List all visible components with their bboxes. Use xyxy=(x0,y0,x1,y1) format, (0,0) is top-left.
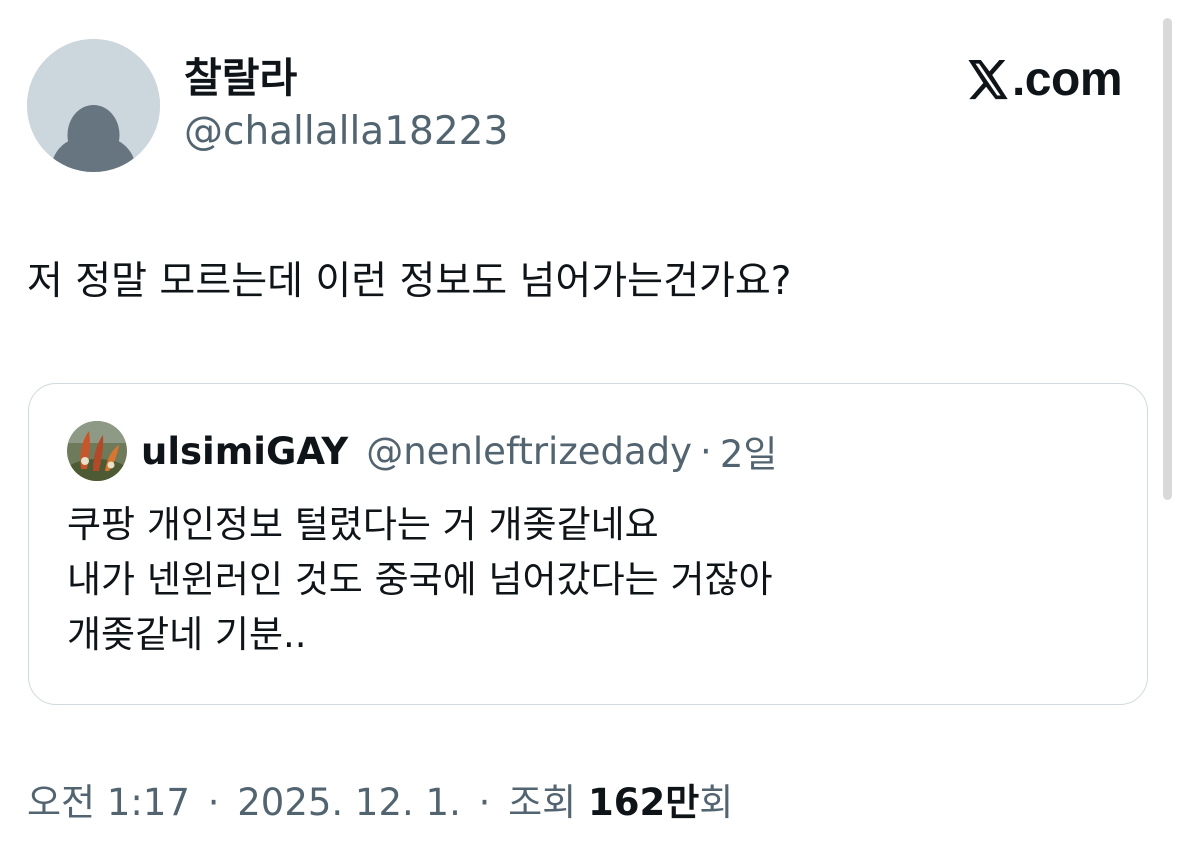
quoted-text-line: 내가 넨윈러인 것도 중국에 넘어갔다는 거잖아 xyxy=(67,558,773,601)
author-handle[interactable]: @challalla18223 xyxy=(184,108,508,156)
tweet-date[interactable]: 2025. 12. 1. xyxy=(237,781,461,824)
x-logo-icon xyxy=(968,60,1008,100)
brand-domain-text: .com xyxy=(1011,53,1123,106)
views-count[interactable]: 162만 xyxy=(588,781,699,824)
quoted-text-line: 쿠팡 개인정보 털렸다는 거 개좆같네요 xyxy=(67,503,659,546)
quoted-author-display-name[interactable]: ulsimiGAY xyxy=(141,430,348,473)
quoted-author-avatar[interactable] xyxy=(67,421,127,481)
quoted-tweet-header: ulsimiGAY @nenleftrizedady · 2일 xyxy=(67,420,777,482)
quoted-author-handle[interactable]: @nenleftrizedady xyxy=(366,430,692,473)
quoted-tweet-text: 쿠팡 개인정보 털렸다는 거 개좆같네요 내가 넨윈러인 것도 중국에 넘어갔다… xyxy=(67,497,773,662)
views-suffix: 회 xyxy=(699,781,734,824)
author-avatar[interactable] xyxy=(27,39,160,172)
quoted-separator: · xyxy=(700,429,712,473)
meta-separator: · xyxy=(478,781,491,824)
quoted-tweet-card[interactable]: ulsimiGAY @nenleftrizedady · 2일 쿠팡 개인정보 … xyxy=(28,383,1148,705)
tweet-text: 저 정말 모르는데 이런 정보도 넘어가는건가요? xyxy=(27,259,792,304)
author-display-name[interactable]: 찰랄라 xyxy=(184,52,297,104)
plant-photo-icon xyxy=(67,421,127,481)
quoted-text-line: 개좆같네 기분.. xyxy=(67,613,307,656)
default-profile-icon xyxy=(27,39,160,172)
tweet-time[interactable]: 오전 1:17 xyxy=(27,781,190,824)
views-label: 조회 xyxy=(508,781,577,824)
tweet-meta: 오전 1:17 · 2025. 12. 1. · 조회 162만회 xyxy=(27,779,733,827)
meta-separator: · xyxy=(207,781,220,824)
scrollbar[interactable] xyxy=(1163,18,1172,500)
brand-logo: .com xyxy=(966,52,1123,108)
quoted-timestamp[interactable]: 2일 xyxy=(720,424,778,478)
